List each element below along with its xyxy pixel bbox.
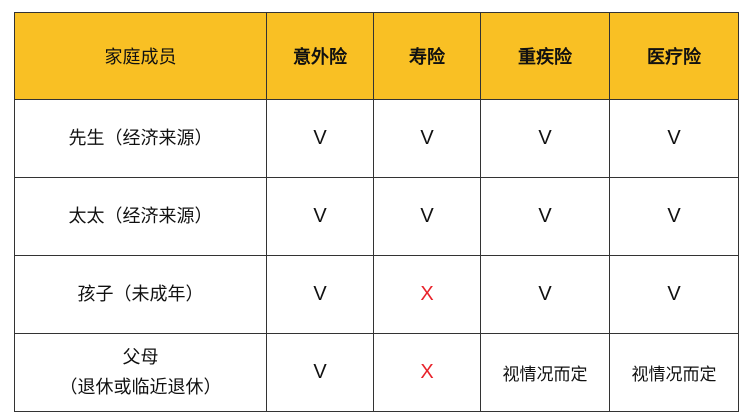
depends-note: 视情况而定 — [631, 365, 717, 385]
member-name: 孩子（未成年） — [77, 283, 204, 305]
member-name: 太太（经济来源） — [68, 205, 213, 227]
depends-note: 视情况而定 — [502, 365, 588, 385]
member-note: （退休或临近退休） — [59, 376, 222, 398]
coverage-cell: V — [373, 177, 481, 256]
table-row-wife: 太太（经济来源） V V V V — [14, 177, 739, 256]
coverage-cell: V — [609, 255, 739, 334]
check-mark: V — [313, 283, 327, 305]
member-cell: 先生（经济来源） — [14, 99, 267, 178]
cross-mark: X — [420, 361, 434, 383]
coverage-cell: V — [480, 255, 610, 334]
coverage-cell: V — [480, 99, 610, 178]
check-mark: V — [420, 205, 434, 227]
coverage-cell: V — [480, 177, 610, 256]
coverage-cell: X — [373, 333, 481, 412]
check-mark: V — [538, 127, 552, 149]
member-name: 父母 — [122, 346, 159, 368]
coverage-cell: V — [373, 99, 481, 178]
coverage-cell: V — [266, 99, 374, 178]
check-mark: V — [667, 283, 681, 305]
check-mark: V — [667, 127, 681, 149]
coverage-cell: 视情况而定 — [609, 333, 739, 412]
check-mark: V — [313, 361, 327, 383]
coverage-cell: 视情况而定 — [480, 333, 610, 412]
check-mark: V — [538, 205, 552, 227]
check-mark: V — [313, 127, 327, 149]
coverage-cell: V — [609, 177, 739, 256]
check-mark: V — [313, 205, 327, 227]
header-critical-illness-insurance: 重疾险 — [480, 12, 610, 100]
table-row-husband: 先生（经济来源） V V V V — [14, 99, 739, 178]
insurance-coverage-table: 家庭成员 意外险 寿险 重疾险 医疗险 先生（经济来源） V V V V 太太（… — [14, 12, 739, 412]
header-medical-insurance: 医疗险 — [609, 12, 739, 100]
member-cell: 太太（经济来源） — [14, 177, 267, 256]
header-row: 家庭成员 意外险 寿险 重疾险 医疗险 — [14, 12, 739, 100]
check-mark: V — [420, 127, 434, 149]
cross-mark: X — [420, 283, 434, 305]
member-name: 先生（经济来源） — [68, 127, 213, 149]
coverage-cell: V — [266, 177, 374, 256]
header-life-insurance: 寿险 — [373, 12, 481, 100]
header-family-member: 家庭成员 — [14, 12, 267, 100]
check-mark: V — [667, 205, 681, 227]
table-row-child: 孩子（未成年） V X V V — [14, 255, 739, 334]
table-row-parents: 父母 （退休或临近退休） V X 视情况而定 视情况而定 — [14, 333, 739, 412]
member-cell: 孩子（未成年） — [14, 255, 267, 334]
member-cell: 父母 （退休或临近退休） — [14, 333, 267, 412]
coverage-cell: X — [373, 255, 481, 334]
header-accident-insurance: 意外险 — [266, 12, 374, 100]
coverage-cell: V — [266, 255, 374, 334]
coverage-cell: V — [266, 333, 374, 412]
coverage-cell: V — [609, 99, 739, 178]
check-mark: V — [538, 283, 552, 305]
